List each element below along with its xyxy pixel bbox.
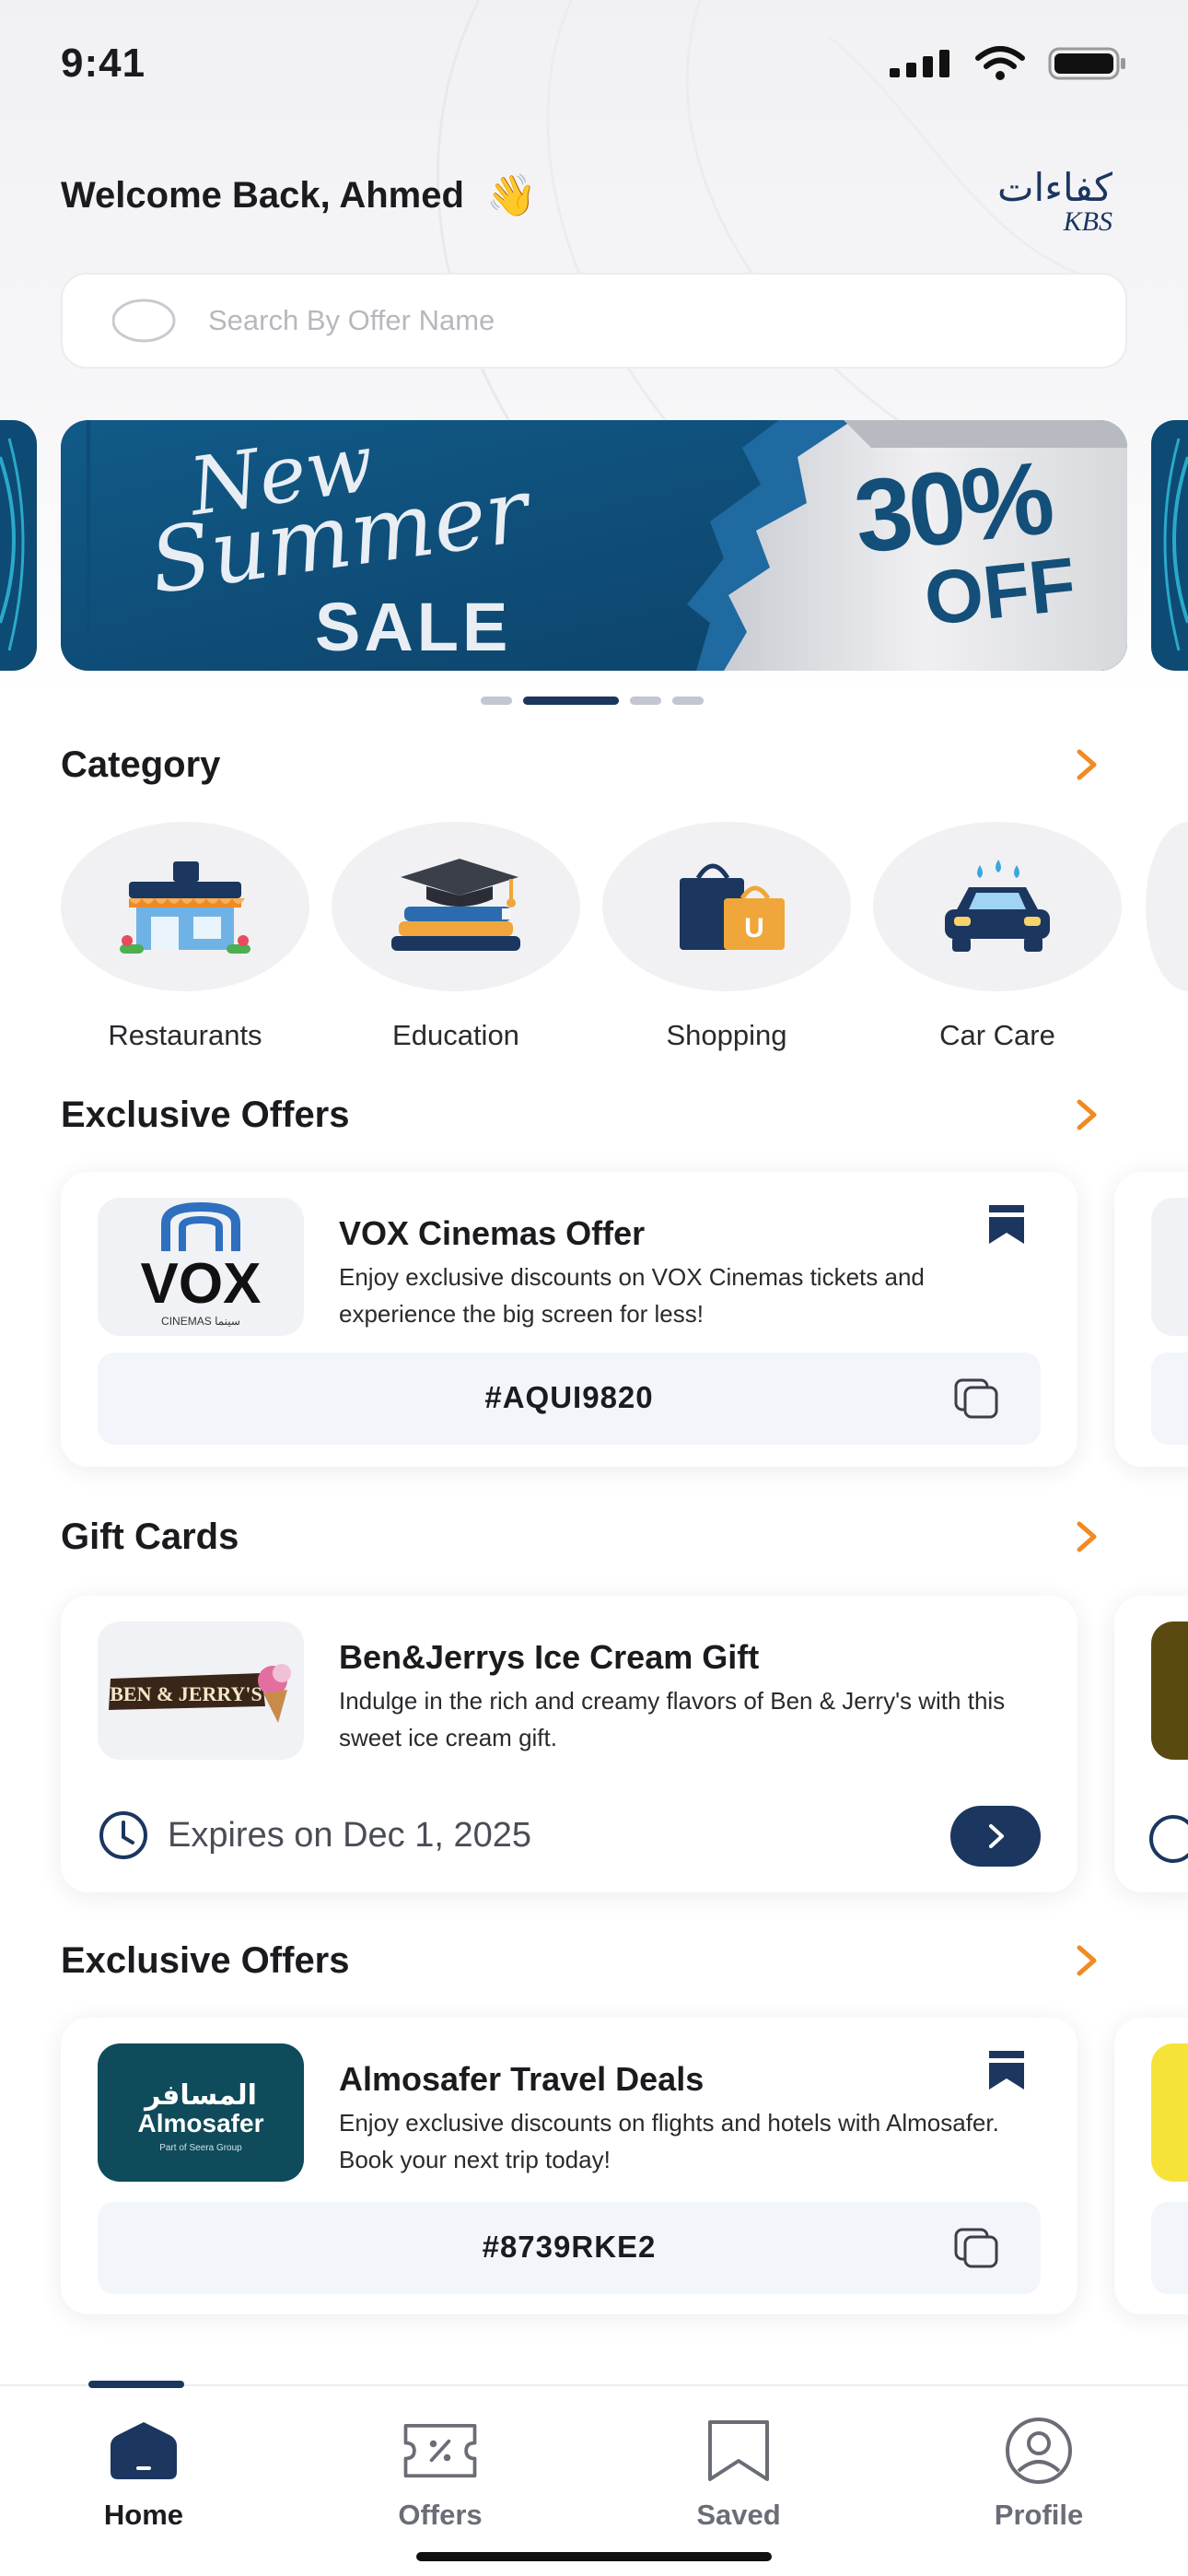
category-label: Car Care xyxy=(939,1019,1055,1051)
offer-description: Enjoy exclusive discounts on flights and… xyxy=(339,2109,999,2173)
nav-active-indicator xyxy=(88,2381,184,2388)
profile-icon xyxy=(1006,2418,1072,2484)
nav-item-saved[interactable]: Saved xyxy=(646,2416,831,2532)
education-icon xyxy=(391,859,520,951)
banner-discount-label: OFF xyxy=(920,542,1080,642)
offer-title: VOX Cinemas Offer xyxy=(339,1214,646,1252)
offer-title: Almosafer Travel Deals xyxy=(339,2060,705,2098)
promo-code-bar[interactable]: #8739RKE2 xyxy=(98,2202,1041,2294)
banner-next-peek[interactable] xyxy=(1151,420,1188,671)
promo-banner[interactable]: New Summer SALE 30% OFF xyxy=(61,420,1127,671)
gift-cards-see-all-chevron-icon[interactable] xyxy=(1070,1520,1103,1553)
exclusive-offers-section-title-2: Exclusive Offers xyxy=(61,1940,350,1981)
offers-ticket-icon xyxy=(403,2423,477,2478)
gift-card-expiry: Expires on Dec 1, 2025 xyxy=(98,1809,531,1861)
promo-code: #AQUI9820 xyxy=(484,1380,654,1414)
status-time: 9:41 xyxy=(61,41,146,86)
home-icon xyxy=(111,2422,177,2479)
cellular-signal-icon xyxy=(890,50,949,77)
search-icon xyxy=(112,299,176,343)
gift-cards-section-title: Gift Cards xyxy=(61,1516,239,1557)
category-item-restaurants[interactable]: Restaurants xyxy=(61,822,309,1052)
carousel-dot[interactable] xyxy=(672,697,704,705)
category-item-next-peek[interactable] xyxy=(1146,822,1188,991)
gift-card-description: Indulge in the rich and creamy flavors o… xyxy=(339,1687,1006,1751)
exclusive-offers-see-all-chevron-icon[interactable] xyxy=(1070,1098,1103,1131)
ben-jerrys-logo: BEN & JERRY'S xyxy=(98,1622,304,1760)
gift-card-title: Ben&Jerrys Ice Cream Gift xyxy=(339,1638,760,1676)
category-label: Shopping xyxy=(666,1019,787,1051)
nav-item-home[interactable]: Home xyxy=(52,2416,236,2532)
banner-prev-peek[interactable] xyxy=(0,420,37,671)
kbs-logo: كفاءات KBS xyxy=(997,165,1112,236)
category-see-all-chevron-icon[interactable] xyxy=(1070,748,1103,781)
exclusive-offers-section-title: Exclusive Offers xyxy=(61,1095,350,1135)
chevron-right-icon xyxy=(989,1824,1004,1848)
restaurant-icon xyxy=(120,861,250,954)
category-label: Restaurants xyxy=(108,1019,262,1051)
welcome-heading: Welcome Back, Ahmed 👋 xyxy=(61,171,537,219)
svg-text:كفاءات: كفاءات xyxy=(997,165,1112,210)
battery-icon xyxy=(1048,47,1125,80)
copy-icon[interactable] xyxy=(954,2228,1000,2270)
svg-text:VOX: VOX xyxy=(141,1252,262,1316)
svg-text:KBS: KBS xyxy=(1063,206,1112,236)
offer-card-almosafer[interactable]: المسافر Almosafer Part of Seera Group Al… xyxy=(61,2018,1077,2314)
bookmark-icon[interactable] xyxy=(985,1203,1028,1246)
bookmark-icon[interactable] xyxy=(985,2049,1028,2091)
wifi-icon xyxy=(975,46,1025,80)
nav-label: Home xyxy=(103,2499,184,2531)
banner-sale-text: SALE xyxy=(315,589,512,665)
svg-text:U: U xyxy=(744,913,764,943)
category-section-title: Category xyxy=(61,744,221,785)
carousel-dot[interactable] xyxy=(481,697,512,705)
gift-card-next-peek[interactable] xyxy=(1114,1596,1188,1892)
promo-code: #8739RKE2 xyxy=(482,2230,657,2264)
offer-card-vox[interactable]: VOX CINEMAS سينما VOX Cinemas Offer Enjo… xyxy=(61,1172,1077,1467)
offer-card-next-peek[interactable] xyxy=(1114,1172,1188,1467)
nav-item-profile[interactable]: Profile xyxy=(947,2416,1131,2532)
category-item-shopping[interactable]: U Shopping xyxy=(602,822,851,1052)
offer-card-2-next-peek[interactable] xyxy=(1114,2018,1188,2314)
carousel-indicator xyxy=(481,697,704,705)
clock-icon xyxy=(1149,1815,1188,1863)
promo-code-bar[interactable]: #AQUI9820 xyxy=(98,1352,1041,1445)
clock-icon xyxy=(99,1811,147,1859)
category-item-education[interactable]: Education xyxy=(332,822,580,1052)
offer-description: Enjoy exclusive discounts on VOX Cinemas… xyxy=(339,1263,925,1328)
bottom-navigation: Home Offers Saved Profile xyxy=(0,2381,1188,2576)
home-indicator-bar xyxy=(416,2552,772,2561)
gift-card-open-button[interactable] xyxy=(950,1806,1041,1867)
svg-text:Part of Seera Group: Part of Seera Group xyxy=(159,2143,242,2153)
category-item-car-care[interactable]: Car Care xyxy=(873,822,1122,1052)
svg-text:Almosafer: Almosafer xyxy=(138,2109,264,2137)
bookmark-icon xyxy=(708,2420,769,2481)
svg-text:المسافر: المسافر xyxy=(143,2079,257,2112)
shopping-bags-icon: U xyxy=(680,863,785,950)
car-wash-icon xyxy=(945,860,1050,952)
carousel-dot-active[interactable] xyxy=(523,697,619,705)
almosafer-logo: المسافر Almosafer Part of Seera Group xyxy=(98,2043,304,2182)
vox-logo: VOX CINEMAS سينما xyxy=(98,1198,304,1336)
gift-card-ben-jerrys[interactable]: BEN & JERRY'S Ben&Jerrys Ice Cream Gift … xyxy=(61,1596,1077,1892)
category-label: Education xyxy=(392,1019,519,1051)
search-placeholder: Search By Offer Name xyxy=(208,304,495,336)
nav-label: Offers xyxy=(398,2499,483,2531)
expiry-text: Expires on Dec 1, 2025 xyxy=(168,1815,532,1855)
nav-label: Profile xyxy=(994,2499,1084,2531)
carousel-dot[interactable] xyxy=(630,697,661,705)
status-bar: 9:41 xyxy=(0,0,1188,129)
svg-text:BEN & JERRY'S: BEN & JERRY'S xyxy=(110,1682,262,1705)
exclusive-offers-2-see-all-chevron-icon[interactable] xyxy=(1070,1944,1103,1977)
svg-text:CINEMAS سينما: CINEMAS سينما xyxy=(161,1315,240,1328)
nav-item-offers[interactable]: Offers xyxy=(348,2416,532,2532)
search-input[interactable]: Search By Offer Name xyxy=(61,273,1127,369)
copy-icon[interactable] xyxy=(954,1378,1000,1421)
wave-hand-icon: 👋 xyxy=(485,173,537,218)
welcome-text: Welcome Back, Ahmed xyxy=(61,174,464,216)
nav-label: Saved xyxy=(696,2499,781,2531)
